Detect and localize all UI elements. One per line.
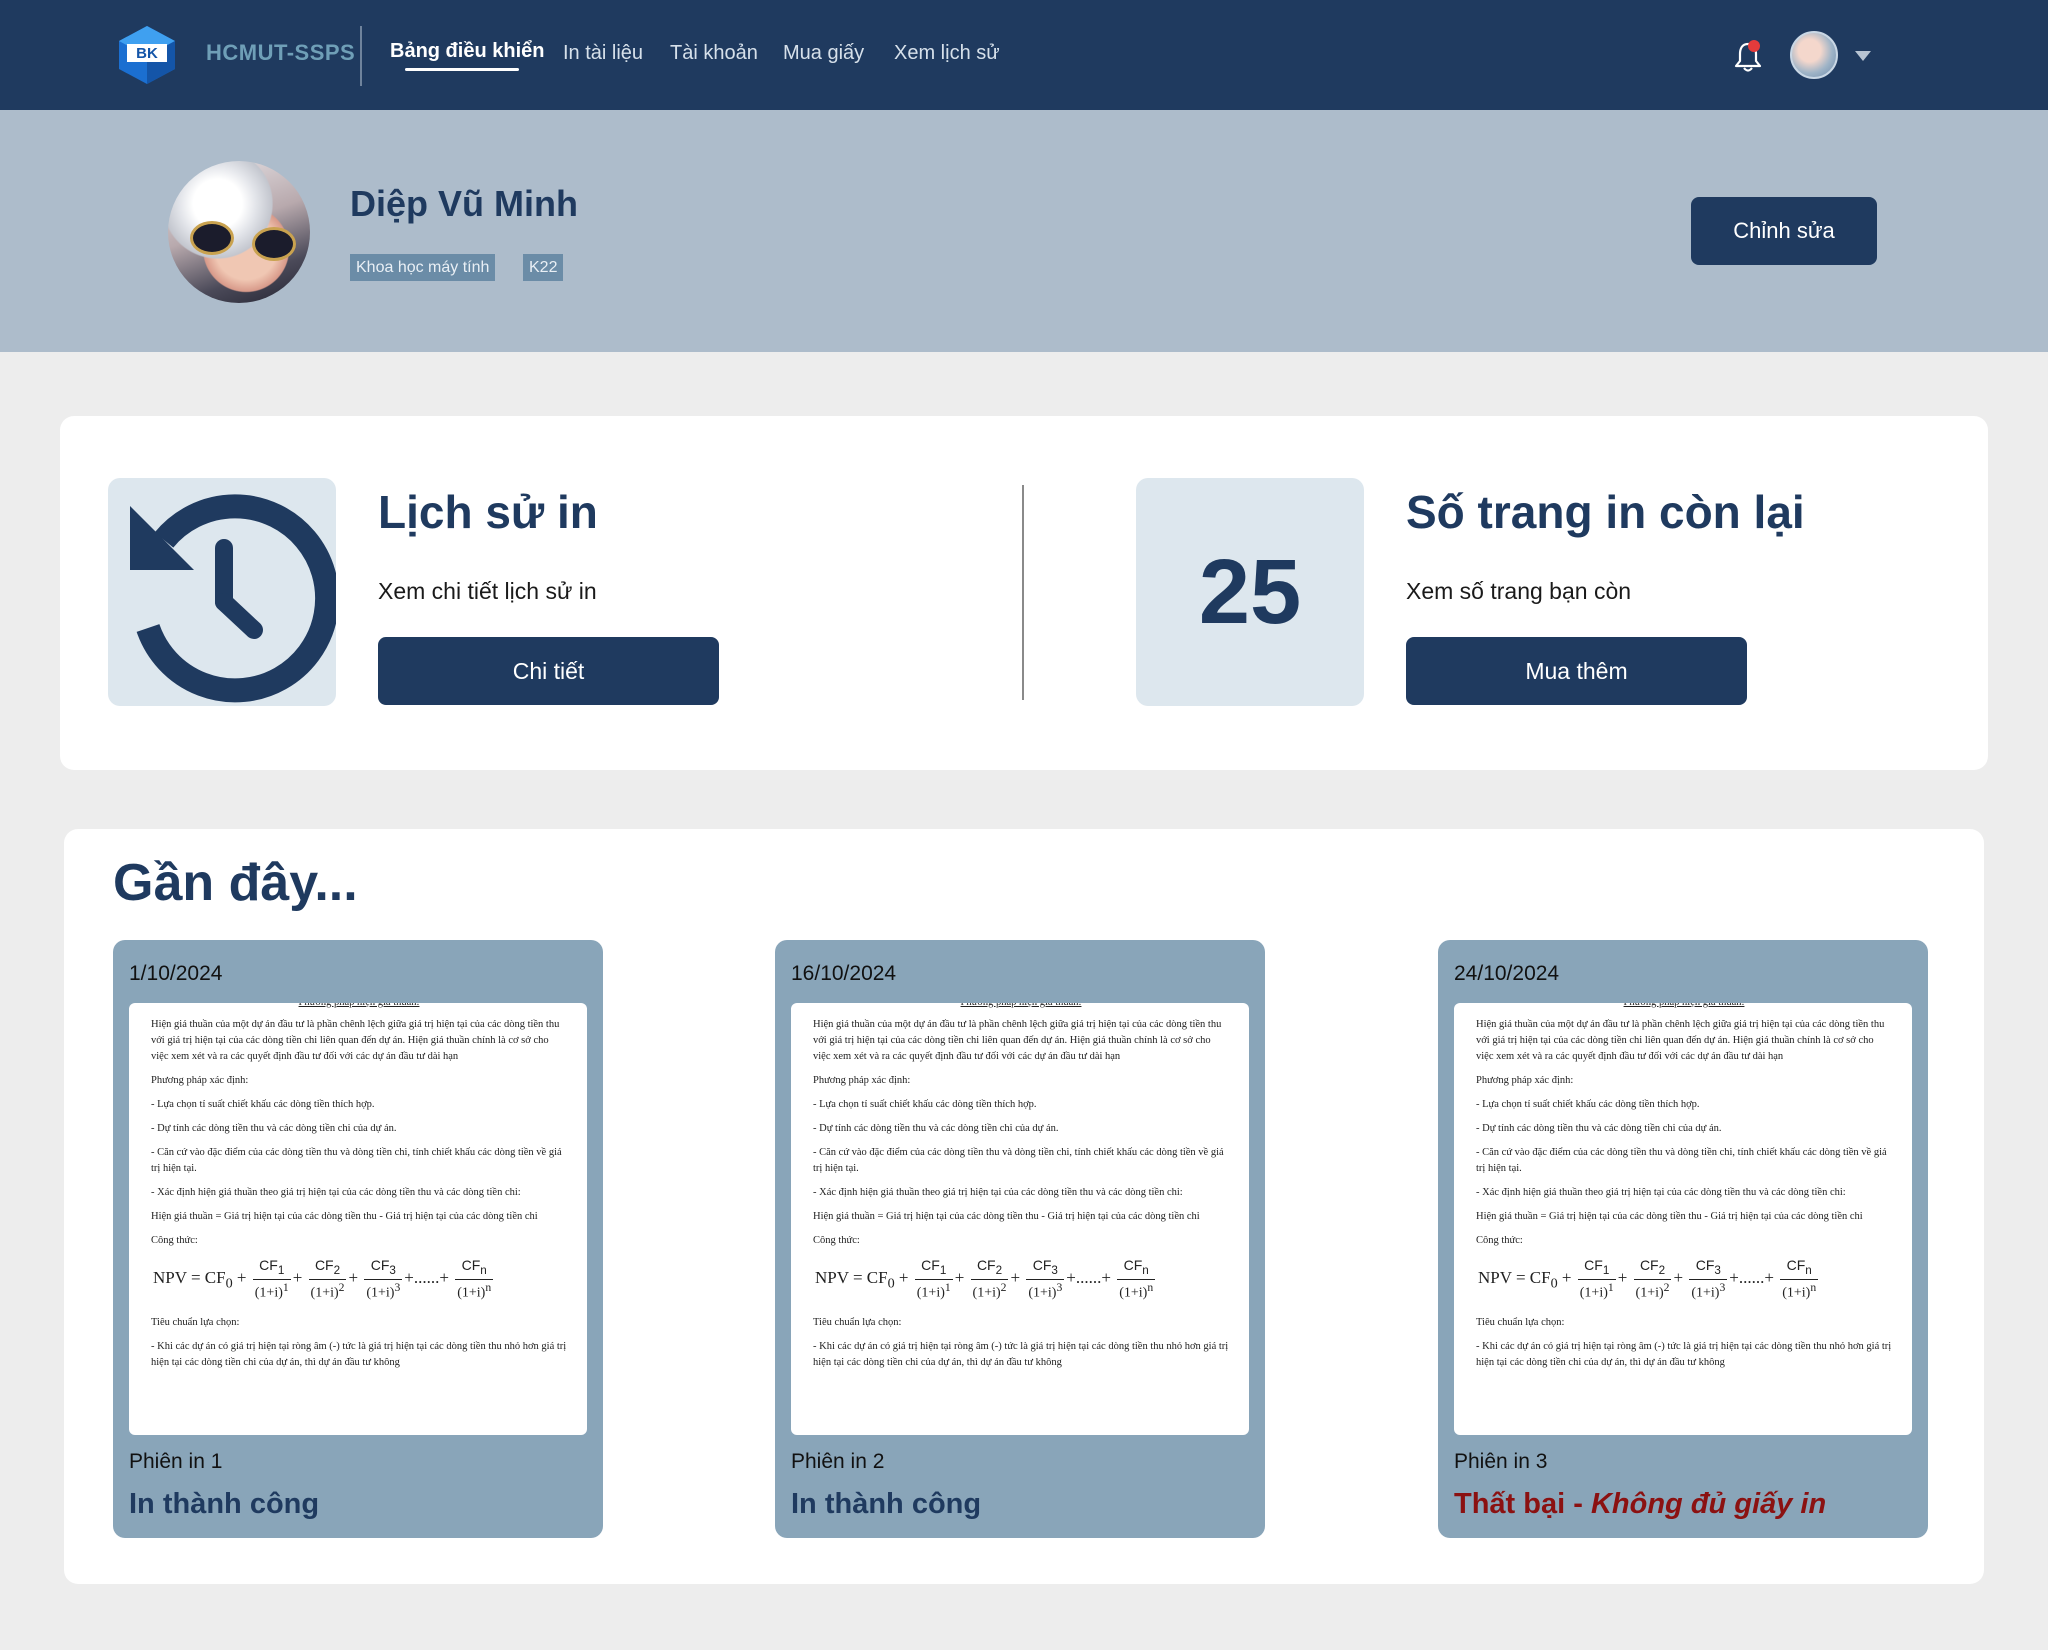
svg-text:BK: BK [136, 45, 158, 62]
profile-name: Diệp Vũ Minh [350, 183, 578, 224]
stats-card [60, 416, 1988, 770]
nav-print-documents[interactable]: In tài liệu [563, 42, 643, 65]
nav-dashboard[interactable]: Bảng điều khiển [390, 40, 544, 63]
nav-account[interactable]: Tài khoản [670, 42, 758, 65]
session-status: In thành công [129, 1488, 320, 1520]
stats-divider [1022, 485, 1024, 700]
session-card-3[interactable]: 24/10/2024 Phương pháp hiện giá thuần: H… [1438, 940, 1928, 1538]
top-navbar: BK HCMUT-SSPS Bảng điều khiển In tài liệ… [0, 0, 2048, 110]
session-date: 24/10/2024 [1454, 962, 1560, 985]
session-status-main: Thất bại - [1454, 1488, 1591, 1520]
session-label: Phiên in 3 [1454, 1450, 1548, 1473]
session-date: 16/10/2024 [791, 962, 897, 985]
npv-formula: NPV = CF0 + CF1 (1+i)1 + CF2 (1+i)2 + CF3 (1+… [1478, 1257, 1819, 1301]
remaining-pages-title: Số trang in còn lại [1406, 486, 1805, 538]
history-icon-box [108, 478, 340, 706]
npv-formula: NPV = CF0 + CF1 (1+i)1 + CF2 (1+i)2 + CF3 (1+… [815, 1257, 1156, 1301]
remaining-pages-value: 25 [1198, 541, 1302, 643]
notification-badge [1748, 40, 1760, 52]
nav-view-history[interactable]: Xem lịch sử [894, 42, 1000, 65]
nav-active-underline [405, 68, 519, 71]
session-date: 1/10/2024 [129, 962, 223, 985]
avatar-detail [190, 221, 234, 255]
document-preview: Phương pháp hiện giá thuần: Hiện giá thu… [1454, 1003, 1912, 1435]
history-icon [130, 494, 340, 703]
brand-name[interactable]: HCMUT-SSPS [206, 40, 355, 66]
session-status: Thất bại - Không đủ giấy in [1454, 1488, 1826, 1521]
print-history-subtitle: Xem chi tiết lịch sử in [378, 578, 597, 604]
document-preview: Phương pháp hiện giá thuần: Hiện giá thu… [791, 1003, 1249, 1435]
session-status: In thành công [791, 1488, 982, 1520]
remaining-pages-subtitle: Xem số trang bạn còn [1406, 578, 1632, 604]
recent-title: Gần đây... [113, 854, 358, 912]
session-label: Phiên in 2 [791, 1450, 885, 1473]
document-preview: Phương pháp hiện giá thuần: Hiện giá thu… [129, 1003, 587, 1435]
print-history-title: Lịch sử in [378, 486, 598, 538]
buy-more-button[interactable]: Mua thêm [1406, 637, 1747, 705]
bk-logo-icon[interactable]: BK [115, 24, 179, 86]
profile-avatar [168, 161, 310, 303]
nav-divider [360, 26, 362, 86]
session-card-2[interactable]: 16/10/2024 Phương pháp hiện giá thuần: H… [775, 940, 1265, 1538]
profile-tag-faculty: Khoa học máy tính [350, 254, 496, 281]
profile-tag-cohort: K22 [523, 254, 564, 281]
session-label: Phiên in 1 [129, 1450, 223, 1473]
session-card-1[interactable]: 1/10/2024 Phương pháp hiện giá thuần: Hi… [113, 940, 603, 1538]
avatar-detail [252, 227, 296, 261]
session-status-detail: Không đủ giấy in [1590, 1488, 1827, 1520]
npv-formula: NPV = CF0 + CF1 (1+i)1 + CF2 (1+i)2 + CF3 (1+… [153, 1257, 494, 1301]
nav-buy-paper[interactable]: Mua giấy [783, 42, 864, 65]
edit-profile-button[interactable]: Chỉnh sửa [1691, 197, 1877, 265]
user-avatar-small[interactable] [1790, 31, 1838, 79]
chevron-down-icon[interactable] [1855, 51, 1871, 61]
history-details-button[interactable]: Chi tiết [378, 637, 719, 705]
